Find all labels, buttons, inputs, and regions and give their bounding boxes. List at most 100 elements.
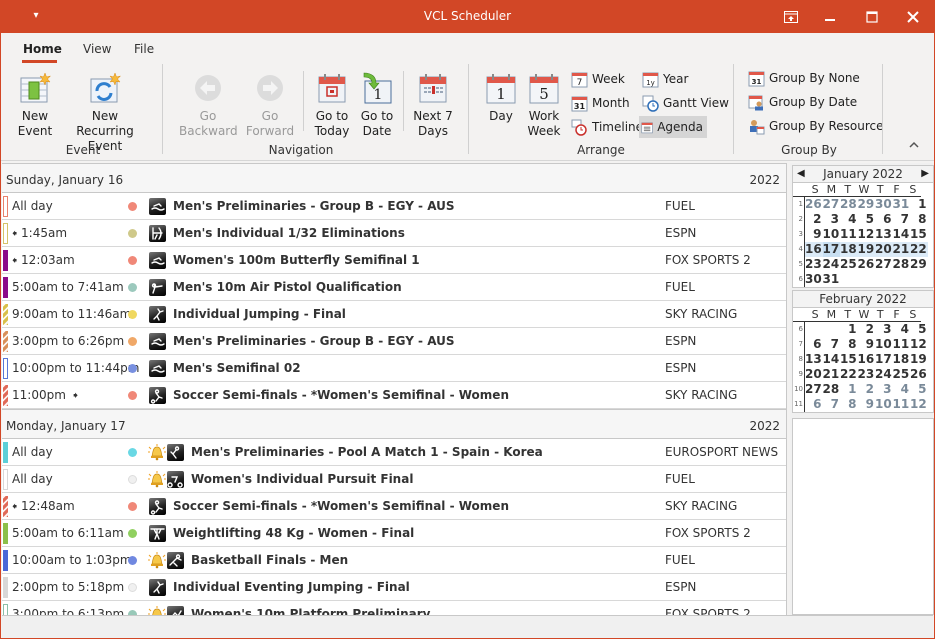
calendar-day[interactable]: 11	[893, 397, 911, 412]
calendar-day[interactable]: 9	[858, 397, 876, 412]
agenda-event-row[interactable]: 10:00pm to 11:44pm Men's Semifinal 02 ESPN	[2, 355, 786, 382]
calendar-day[interactable]: 2	[858, 382, 876, 397]
calendar-day[interactable]: 4	[893, 322, 911, 337]
agenda-event-row[interactable]: 5:00am to 6:11am Weightlifting 48 Kg - Wo…	[2, 520, 786, 547]
calendar-day[interactable]: 29	[910, 257, 928, 272]
agenda-event-row[interactable]: 9:00am to 11:46am Individual Jumping - Fi…	[2, 301, 786, 328]
agenda-event-row[interactable]: 🠸 12:48am Soccer Semi-finals - *Women's Se…	[2, 493, 786, 520]
calendar-day[interactable]: 11	[840, 227, 858, 242]
calendar-day[interactable]: 18	[893, 352, 911, 367]
calendar-day[interactable]: 14	[823, 352, 841, 367]
go-to-date-button[interactable]: 1 Go to Date	[357, 71, 397, 139]
calendar-day[interactable]: 11	[893, 337, 911, 352]
minimize-button[interactable]	[809, 1, 851, 33]
calendar-day[interactable]: 27	[805, 382, 823, 397]
new-recurring-event-button[interactable]: New Recurring Event	[63, 71, 147, 154]
calendar-day[interactable]: 1	[910, 197, 928, 212]
calendar-day[interactable]: 31	[823, 272, 841, 287]
calendar-day[interactable]: 17	[822, 242, 840, 257]
agenda-event-row[interactable]: 10:00am to 1:03pm Basketball Finals - Men…	[2, 547, 786, 574]
calendar-day[interactable]: 25	[840, 257, 858, 272]
calendar-day[interactable]: 8	[840, 337, 858, 352]
calendar-day[interactable]: 13	[805, 352, 823, 367]
calendar-day[interactable]: 3	[823, 212, 841, 227]
calendar-day[interactable]: 25	[893, 367, 911, 382]
calendar-day[interactable]: 23	[858, 367, 876, 382]
group-by-date-button[interactable]: Group By Date	[746, 91, 861, 113]
calendar-day[interactable]: 4	[840, 212, 858, 227]
next-7-days-button[interactable]: Next 7 Days	[411, 71, 455, 139]
calendar-day[interactable]: 7	[823, 337, 841, 352]
agenda-event-row[interactable]: 11:00pm 🠺 Soccer Semi-finals - *Women's S…	[2, 382, 786, 409]
calendar-day[interactable]: 9	[858, 337, 876, 352]
calendar-day[interactable]: 6	[875, 212, 893, 227]
gantt-view-button[interactable]: Gantt View	[640, 92, 733, 114]
agenda-event-row[interactable]: All day Women's Individual Pursuit Final F…	[2, 466, 786, 493]
agenda-event-row[interactable]: 🠸 1:45am Men's Individual 1/32 Elimination…	[2, 220, 786, 247]
calendar-day[interactable]: 4	[893, 382, 911, 397]
calendar-day[interactable]: 2	[805, 212, 823, 227]
calendar-day[interactable]: 29	[858, 197, 876, 212]
calendar-day[interactable]: 12	[858, 227, 876, 242]
calendar-day[interactable]: 1	[840, 382, 858, 397]
calendar-day[interactable]: 28	[840, 197, 858, 212]
calendar-day[interactable]: 3	[875, 382, 893, 397]
calendar-day[interactable]: 7	[823, 397, 841, 412]
calendar-day[interactable]: 10	[875, 337, 893, 352]
work-week-view-button[interactable]: 5 Work Week	[524, 71, 564, 139]
year-view-button[interactable]: 1y Year	[640, 68, 692, 90]
calendar-day[interactable]: 5	[910, 382, 928, 397]
calendar-day[interactable]: 21	[892, 242, 910, 257]
agenda-event-row[interactable]: 3:00pm to 6:13pm Women's 10m Platform Pre…	[2, 601, 786, 615]
calendar-day[interactable]: 10	[875, 397, 893, 412]
calendar-day[interactable]: 21	[823, 367, 841, 382]
maximize-button[interactable]	[851, 1, 893, 33]
week-view-button[interactable]: 7 Week	[569, 68, 629, 90]
calendar-day[interactable]: 24	[823, 257, 841, 272]
calendar-day[interactable]: 20	[805, 367, 823, 382]
agenda-event-row[interactable]: 🠸 12:03am Women's 100m Butterfly Semifinal…	[2, 247, 786, 274]
agenda-view-button[interactable]: Agenda	[639, 116, 707, 138]
calendar-day[interactable]: 18	[840, 242, 858, 257]
calendar-day[interactable]: 1	[840, 322, 858, 337]
agenda-view[interactable]: Sunday, January 16 2022 All day Men's Preli…	[2, 163, 787, 615]
next-month-button[interactable]: ▶	[921, 166, 929, 182]
calendar-day[interactable]: 26	[910, 367, 928, 382]
calendar-day[interactable]: 16	[805, 242, 823, 257]
collapse-ribbon-button[interactable]	[909, 141, 919, 152]
day-view-button[interactable]: 1 Day	[481, 71, 521, 124]
calendar-day[interactable]: 3	[875, 322, 893, 337]
calendar-day[interactable]: 28	[893, 257, 911, 272]
ribbon-display-options-button[interactable]	[770, 1, 812, 33]
calendar-day[interactable]: 8	[840, 397, 858, 412]
tab-view[interactable]: View	[83, 42, 111, 56]
new-event-button[interactable]: New Event	[15, 71, 55, 139]
calendar-day[interactable]: 19	[857, 242, 875, 257]
tab-home[interactable]: Home	[23, 42, 62, 56]
agenda-event-row[interactable]: 2:00pm to 5:18pm Individual Eventing Jump…	[2, 574, 786, 601]
calendar-day[interactable]: 27	[823, 197, 841, 212]
calendar-day[interactable]: 10	[823, 227, 841, 242]
calendar-day[interactable]: 31	[893, 197, 911, 212]
timeline-view-button[interactable]: Timeline	[569, 116, 647, 138]
agenda-event-row[interactable]: All day Men's Preliminaries - Pool A Matc…	[2, 439, 786, 466]
calendar-day[interactable]: 14	[893, 227, 911, 242]
agenda-event-row[interactable]: 5:00am to 7:41am Men's 10m Air Pistol Qua…	[2, 274, 786, 301]
go-backward-button[interactable]: Go Backward	[179, 71, 238, 139]
calendar-day[interactable]: 28	[823, 382, 841, 397]
calendar-day[interactable]: 27	[875, 257, 893, 272]
calendar-day[interactable]: 13	[875, 227, 893, 242]
calendar-day[interactable]: 30	[805, 272, 823, 287]
tab-file[interactable]: File	[134, 42, 154, 56]
calendar-day[interactable]: 9	[805, 227, 823, 242]
close-button[interactable]	[892, 1, 934, 33]
calendar-day[interactable]: 6	[805, 397, 823, 412]
calendar-day[interactable]: 8	[910, 212, 928, 227]
calendar-day[interactable]: 15	[840, 352, 858, 367]
group-by-none-button[interactable]: 31 Group By None	[746, 67, 864, 89]
calendar-day[interactable]: 16	[858, 352, 876, 367]
calendar-day[interactable]: 7	[893, 212, 911, 227]
calendar-day[interactable]: 22	[910, 242, 928, 257]
calendar-day[interactable]: 5	[910, 322, 928, 337]
calendar-day[interactable]: 12	[910, 337, 928, 352]
